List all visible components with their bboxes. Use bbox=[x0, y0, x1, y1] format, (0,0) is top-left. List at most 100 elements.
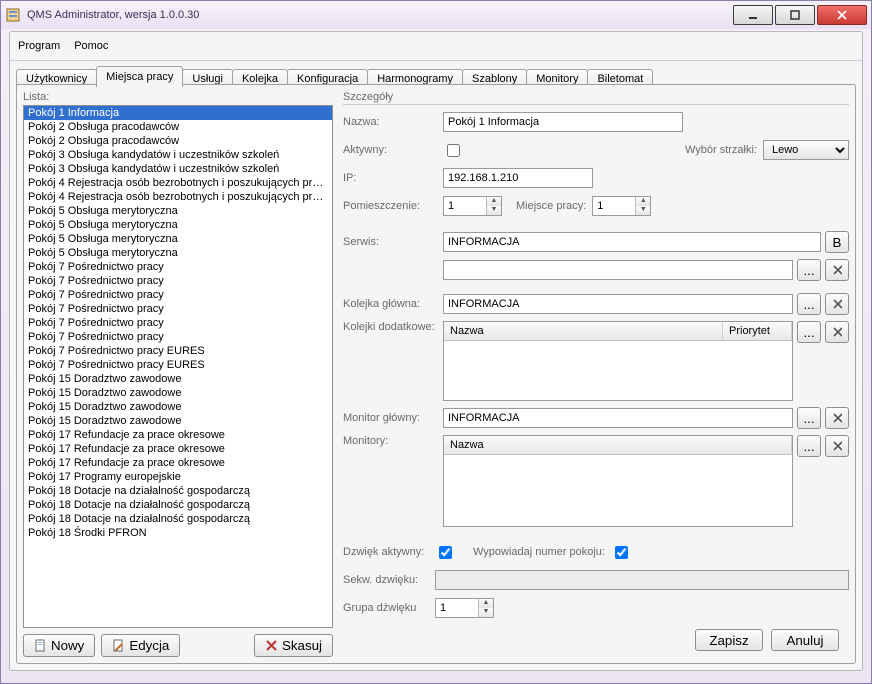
edit-button[interactable]: Edycja bbox=[101, 634, 180, 657]
list-item[interactable]: Pokój 18 Dotacje na działalność gospodar… bbox=[24, 498, 332, 512]
workplaces-list[interactable]: Pokój 1 InformacjaPokój 2 Obsługa pracod… bbox=[23, 105, 333, 628]
list-item[interactable]: Pokój 1 Informacja bbox=[24, 106, 332, 120]
list-item[interactable]: Pokój 7 Pośrednictwo pracy bbox=[24, 288, 332, 302]
service-label: Serwis: bbox=[343, 236, 443, 248]
main-queue-label: Kolejka główna: bbox=[343, 298, 443, 310]
workplace-spinner[interactable]: ▲▼ bbox=[592, 196, 651, 216]
main-queue-input[interactable] bbox=[443, 294, 793, 314]
list-item[interactable]: Pokój 7 Pośrednictwo pracy bbox=[24, 302, 332, 316]
list-item[interactable]: Pokój 17 Refundacje za prace okresowe bbox=[24, 428, 332, 442]
delete-icon bbox=[265, 639, 278, 652]
arrow-select-label: Wybór strzałki: bbox=[685, 144, 757, 156]
list-item[interactable]: Pokój 7 Pośrednictwo pracy bbox=[24, 330, 332, 344]
arrow-select[interactable]: Lewo bbox=[763, 140, 849, 160]
active-checkbox[interactable] bbox=[447, 144, 460, 157]
list-item[interactable]: Pokój 5 Obsługa merytoryczna bbox=[24, 246, 332, 260]
room-spinner[interactable]: ▲▼ bbox=[443, 196, 502, 216]
extra-queues-browse-button[interactable]: ... bbox=[797, 321, 821, 343]
delete-button[interactable]: Skasuj bbox=[254, 634, 333, 657]
edit-icon bbox=[112, 639, 125, 652]
main-queue-clear-button[interactable] bbox=[825, 293, 849, 315]
sound-group-label: Grupa dźwięku bbox=[343, 602, 435, 614]
list-item[interactable]: Pokój 5 Obsługa merytoryczna bbox=[24, 218, 332, 232]
list-item[interactable]: Pokój 18 Dotacje na działalność gospodar… bbox=[24, 484, 332, 498]
details-title: Szczegóły bbox=[343, 91, 849, 105]
sound-group-spinner[interactable]: ▲▼ bbox=[435, 598, 494, 618]
list-item[interactable]: Pokój 5 Obsługa merytoryczna bbox=[24, 232, 332, 246]
service-browse-button[interactable]: ... bbox=[797, 259, 821, 281]
speak-room-checkbox[interactable] bbox=[615, 546, 628, 559]
tab-miejsca-pracy[interactable]: Miejsca pracy bbox=[96, 66, 183, 87]
delete-button-label: Skasuj bbox=[282, 638, 322, 653]
cancel-button[interactable]: Anuluj bbox=[771, 629, 839, 651]
monitors-browse-button[interactable]: ... bbox=[797, 435, 821, 457]
sound-seq-input bbox=[435, 570, 849, 590]
service-b-button[interactable]: B bbox=[825, 231, 849, 253]
menu-help[interactable]: Pomoc bbox=[74, 40, 108, 52]
sound-active-checkbox[interactable] bbox=[439, 546, 452, 559]
workplace-num-label: Miejsce pracy: bbox=[516, 200, 586, 212]
title-bar[interactable]: QMS Administrator, wersja 1.0.0.30 bbox=[1, 1, 871, 29]
list-item[interactable]: Pokój 17 Refundacje za prace okresowe bbox=[24, 442, 332, 456]
list-item[interactable]: Pokój 7 Pośrednictwo pracy EURES bbox=[24, 358, 332, 372]
list-item[interactable]: Pokój 4 Rejestracja osób bezrobotnych i … bbox=[24, 176, 332, 190]
monitors-clear-button[interactable] bbox=[825, 435, 849, 457]
sound-active-label: Dzwięk aktywny: bbox=[343, 546, 435, 558]
edit-button-label: Edycja bbox=[129, 638, 169, 653]
name-label: Nazwa: bbox=[343, 116, 443, 128]
extra-queues-label: Kolejki dodatkowe: bbox=[343, 321, 443, 333]
service-clear-button[interactable] bbox=[825, 259, 849, 281]
menu-program[interactable]: Program bbox=[18, 40, 60, 52]
main-monitor-clear-button[interactable] bbox=[825, 407, 849, 429]
new-button[interactable]: Nowy bbox=[23, 634, 95, 657]
list-item[interactable]: Pokój 4 Rejestracja osób bezrobotnych i … bbox=[24, 190, 332, 204]
sound-seq-label: Sekw. dzwięku: bbox=[343, 574, 435, 586]
list-item[interactable]: Pokój 17 Refundacje za prace okresowe bbox=[24, 456, 332, 470]
list-item[interactable]: Pokój 17 Programy europejskie bbox=[24, 470, 332, 484]
ip-input[interactable] bbox=[443, 168, 593, 188]
list-item[interactable]: Pokój 15 Doradztwo zawodowe bbox=[24, 372, 332, 386]
extra-queues-clear-button[interactable] bbox=[825, 321, 849, 343]
list-item[interactable]: Pokój 3 Obsługa kandydatów i uczestników… bbox=[24, 162, 332, 176]
menu-bar: Program Pomoc bbox=[10, 32, 862, 61]
extra-queues-grid[interactable]: Nazwa Priorytet bbox=[443, 321, 793, 401]
client-area: Program Pomoc Użytkownicy Miejsca pracy … bbox=[9, 31, 863, 671]
grid-col-nazwa: Nazwa bbox=[444, 322, 723, 340]
monitors-label: Monitory: bbox=[343, 435, 443, 447]
list-item[interactable]: Pokój 15 Doradztwo zawodowe bbox=[24, 400, 332, 414]
list-item[interactable]: Pokój 5 Obsługa merytoryczna bbox=[24, 204, 332, 218]
service-extra-input[interactable] bbox=[443, 260, 793, 280]
main-monitor-browse-button[interactable]: ... bbox=[797, 407, 821, 429]
grid2-col-nazwa: Nazwa bbox=[444, 436, 792, 454]
main-monitor-label: Monitor główny: bbox=[343, 412, 443, 424]
list-item[interactable]: Pokój 15 Doradztwo zawodowe bbox=[24, 386, 332, 400]
app-icon bbox=[5, 7, 21, 23]
list-label: Lista: bbox=[23, 91, 333, 103]
list-item[interactable]: Pokój 2 Obsługa pracodawców bbox=[24, 134, 332, 148]
name-input[interactable] bbox=[443, 112, 683, 132]
window-title: QMS Administrator, wersja 1.0.0.30 bbox=[27, 9, 733, 21]
save-button[interactable]: Zapisz bbox=[695, 629, 763, 651]
service-input[interactable] bbox=[443, 232, 821, 252]
list-item[interactable]: Pokój 7 Pośrednictwo pracy bbox=[24, 260, 332, 274]
monitors-grid[interactable]: Nazwa bbox=[443, 435, 793, 527]
list-item[interactable]: Pokój 7 Pośrednictwo pracy EURES bbox=[24, 344, 332, 358]
active-label: Aktywny: bbox=[343, 144, 443, 156]
list-item[interactable]: Pokój 18 Środki PFRON bbox=[24, 526, 332, 540]
maximize-button[interactable] bbox=[775, 5, 815, 25]
app-window: QMS Administrator, wersja 1.0.0.30 Progr… bbox=[0, 0, 872, 684]
main-queue-browse-button[interactable]: ... bbox=[797, 293, 821, 315]
close-button[interactable] bbox=[817, 5, 867, 25]
ip-label: IP: bbox=[343, 172, 443, 184]
list-item[interactable]: Pokój 2 Obsługa pracodawców bbox=[24, 120, 332, 134]
tab-page-miejsca: Lista: Pokój 1 InformacjaPokój 2 Obsługa… bbox=[16, 84, 856, 664]
new-icon bbox=[34, 639, 47, 652]
main-monitor-input[interactable] bbox=[443, 408, 793, 428]
list-item[interactable]: Pokój 18 Dotacje na działalność gospodar… bbox=[24, 512, 332, 526]
minimize-button[interactable] bbox=[733, 5, 773, 25]
new-button-label: Nowy bbox=[51, 638, 84, 653]
list-item[interactable]: Pokój 7 Pośrednictwo pracy bbox=[24, 274, 332, 288]
list-item[interactable]: Pokój 15 Doradztwo zawodowe bbox=[24, 414, 332, 428]
list-item[interactable]: Pokój 7 Pośrednictwo pracy bbox=[24, 316, 332, 330]
list-item[interactable]: Pokój 3 Obsługa kandydatów i uczestników… bbox=[24, 148, 332, 162]
